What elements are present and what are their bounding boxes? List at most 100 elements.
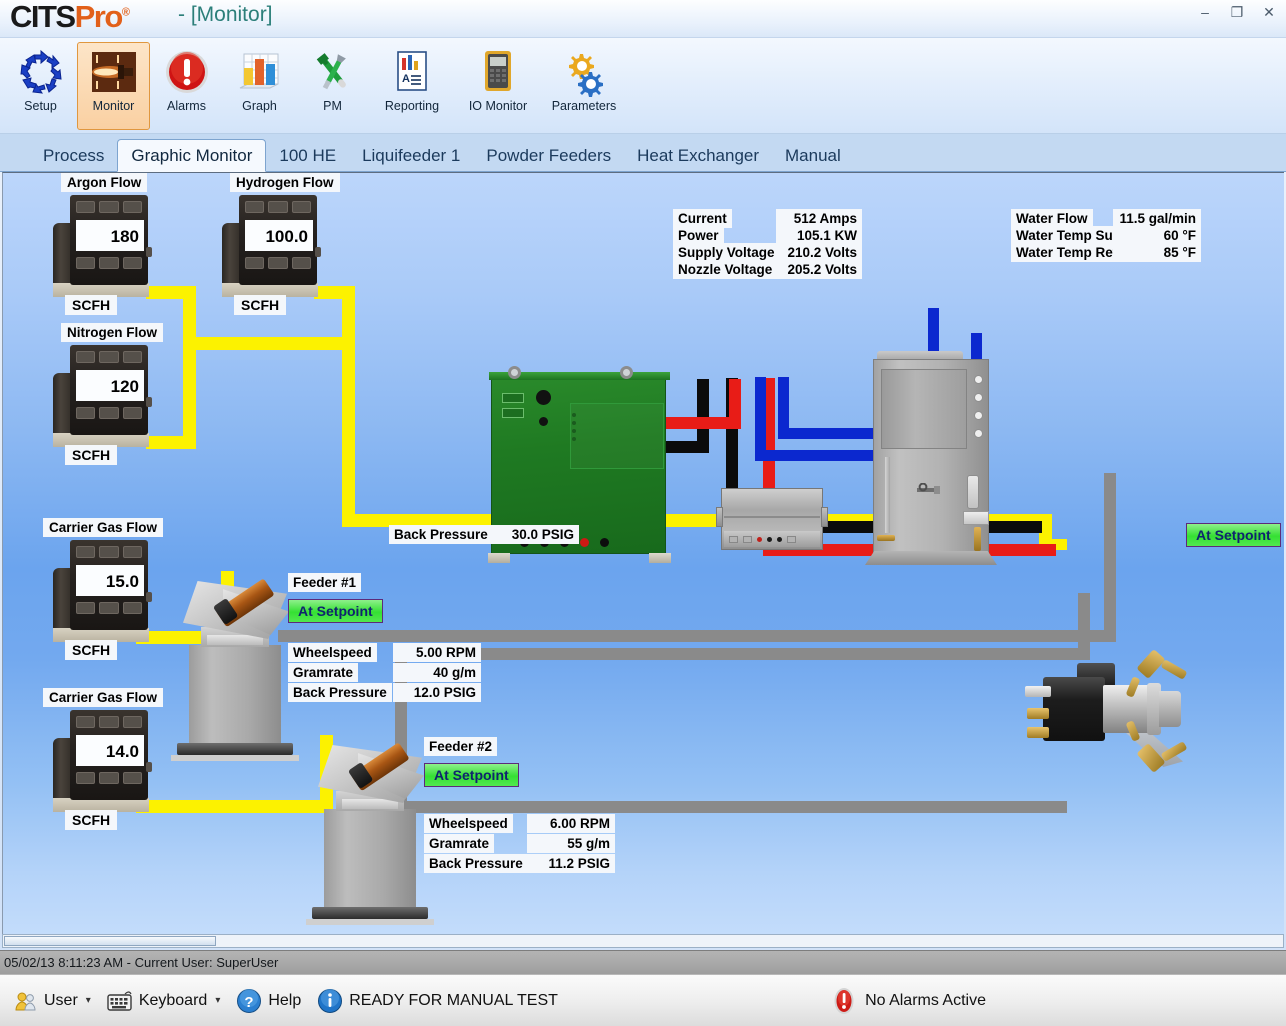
svg-text:A: A (402, 73, 410, 85)
status-keyboard-button[interactable]: Keyboard ▾ (101, 987, 227, 1015)
meter-button-row-bottom[interactable] (76, 257, 142, 269)
meter-button-row-bottom[interactable] (76, 602, 142, 614)
hose-feeder1-riser (1104, 473, 1116, 642)
chiller-plinth (865, 551, 997, 565)
meter-button-row-top[interactable] (76, 351, 142, 363)
meter-button-row-top[interactable] (76, 716, 142, 728)
chiller-flow-gauge (967, 475, 979, 509)
feeder-1-value-back-pressure: 12.0 PSIG (393, 683, 481, 702)
flow-meter-caption: Argon Flow (61, 173, 148, 192)
feeder-neck-collar (207, 635, 263, 645)
users-icon (15, 992, 36, 1010)
feeder-2-status-badge[interactable]: At Setpoint (424, 763, 519, 787)
canvas-horizontal-scrollbar[interactable] (2, 934, 1284, 948)
meter-knob[interactable] (146, 397, 152, 407)
logo-cits: CITS (10, 0, 76, 34)
bar-chart-icon (239, 53, 278, 89)
status-help-button[interactable]: ? Help (230, 985, 307, 1017)
pipe-carrier2-out (136, 800, 333, 813)
meter-button-row-bottom[interactable] (76, 772, 142, 784)
chiller-valve-icon (917, 483, 940, 494)
tab-manual[interactable]: Manual (772, 141, 854, 171)
gun-upper-gas-tube (1160, 659, 1188, 680)
meter-button-row-top[interactable] (245, 201, 311, 213)
feeder-2-value-wheelspeed: 6.00 RPM (527, 814, 615, 833)
feeder-neck-collar (342, 799, 398, 809)
console-seam (724, 516, 820, 518)
logo-registered-mark: ® (121, 6, 130, 19)
feeder-1-status-badge[interactable]: At Setpoint (288, 599, 383, 623)
tab-liquifeeder-1[interactable]: Liquifeeder 1 (349, 141, 473, 171)
plasma-flame-icon (91, 52, 136, 92)
session-info-text: 05/02/13 8:11:23 AM - Current User: Supe… (4, 955, 279, 970)
meter-body: 14.0 (70, 710, 152, 800)
report-document-icon: A (397, 51, 427, 91)
tab-100-he[interactable]: 100 HE (266, 141, 349, 171)
meter-button-row-bottom[interactable] (245, 257, 311, 269)
flow-meter-caption: Carrier Gas Flow (43, 518, 164, 537)
toolbar-button-io-monitor[interactable]: IO Monitor (455, 42, 541, 130)
minimize-icon[interactable]: – (1194, 2, 1216, 22)
tab-powder-feeders[interactable]: Powder Feeders (473, 141, 624, 171)
cable-red-psu-up (729, 379, 741, 429)
tab-process[interactable]: Process (30, 141, 117, 171)
session-info-bar: 05/02/13 8:11:23 AM - Current User: Supe… (0, 950, 1286, 974)
status-alarm-indicator[interactable]: No Alarms Active (831, 987, 986, 1015)
feeder-2-label-back-pressure: Back Pressure (424, 854, 528, 873)
gun-connector-black (1025, 686, 1051, 697)
hose-feeder2-run (395, 801, 1067, 813)
meter-button-row-top[interactable] (76, 201, 142, 213)
status-user-button[interactable]: User ▾ (8, 986, 97, 1016)
meter-button-row-top[interactable] (76, 546, 142, 558)
status-bar: User ▾ Keyboard ▾ ? Help READY FOR MANUA… (0, 974, 1286, 1026)
feeder-1-label-gramrate: Gramrate (288, 663, 359, 682)
toolbar-button-setup[interactable]: Setup (4, 42, 77, 130)
meter-knob[interactable] (146, 762, 152, 772)
psu-lift-lug-left (508, 366, 521, 379)
meter-knob[interactable] (315, 247, 321, 257)
scrollbar-thumb[interactable] (4, 936, 216, 946)
feeder-1-title: Feeder #1 (288, 573, 362, 592)
psu-front-panel (570, 403, 664, 469)
tab-heat-exchanger[interactable]: Heat Exchanger (624, 141, 772, 171)
recycle-arrows-icon (19, 49, 62, 94)
console-led-red (757, 536, 762, 542)
console-port-1 (729, 535, 738, 543)
toolbar-button-graph[interactable]: Graph (223, 42, 296, 130)
feeder-2-label-gramrate: Gramrate (424, 834, 495, 853)
meter-body: 180 (70, 195, 152, 285)
feeder-1-value-wheelspeed: 5.00 RPM (393, 643, 481, 662)
gun-status-badge[interactable]: At Setpoint (1186, 523, 1281, 547)
water-value-temp-return: 85 °F (1113, 243, 1201, 262)
toolbar-button-alarms[interactable]: Alarms (150, 42, 223, 130)
close-icon[interactable]: ✕ (1258, 2, 1280, 22)
meter-body: 100.0 (239, 195, 321, 285)
toolbar-button-parameters[interactable]: Parameters (541, 42, 627, 130)
tab-graphic-monitor[interactable]: Graphic Monitor (117, 139, 267, 172)
toolbar-button-reporting[interactable]: A Reporting (369, 42, 455, 130)
chiller-access-door (881, 369, 967, 449)
meter-knob[interactable] (146, 592, 152, 602)
user-chevron-down-icon: ▾ (85, 995, 91, 1006)
psu-small-knob[interactable] (539, 417, 548, 426)
window-title: - [Monitor] (178, 3, 273, 26)
electrical-value-nozzle-voltage: 205.2 Volts (776, 260, 862, 279)
feeder-1-value-gramrate: 40 g/m (393, 663, 481, 682)
psu-lift-lug-right (620, 366, 633, 379)
hose-feeder2-top (395, 648, 1090, 660)
pipe-gas-manifold (183, 337, 355, 350)
alarm-bell-icon (834, 987, 854, 1014)
meter-button-row-bottom[interactable] (76, 407, 142, 419)
maximize-icon[interactable]: ❐ (1226, 2, 1248, 22)
graphic-monitor-canvas: Argon Flow 180 SCFH Hydrogen Flow 100.0 … (2, 172, 1284, 934)
toolbar-button-pm[interactable]: PM (296, 42, 369, 130)
pipe-nitrogen-out (146, 436, 196, 449)
toolbar-label-setup: Setup (24, 99, 57, 113)
toolbar-button-monitor[interactable]: Monitor (77, 42, 150, 130)
feeder-1-label-back-pressure: Back Pressure (288, 683, 392, 702)
psu-main-knob[interactable] (536, 390, 551, 405)
toolbar-label-alarms: Alarms (167, 99, 206, 113)
flow-meter-caption: Nitrogen Flow (61, 323, 163, 342)
meter-knob[interactable] (146, 247, 152, 257)
chiller-indicator-lights (974, 375, 983, 447)
